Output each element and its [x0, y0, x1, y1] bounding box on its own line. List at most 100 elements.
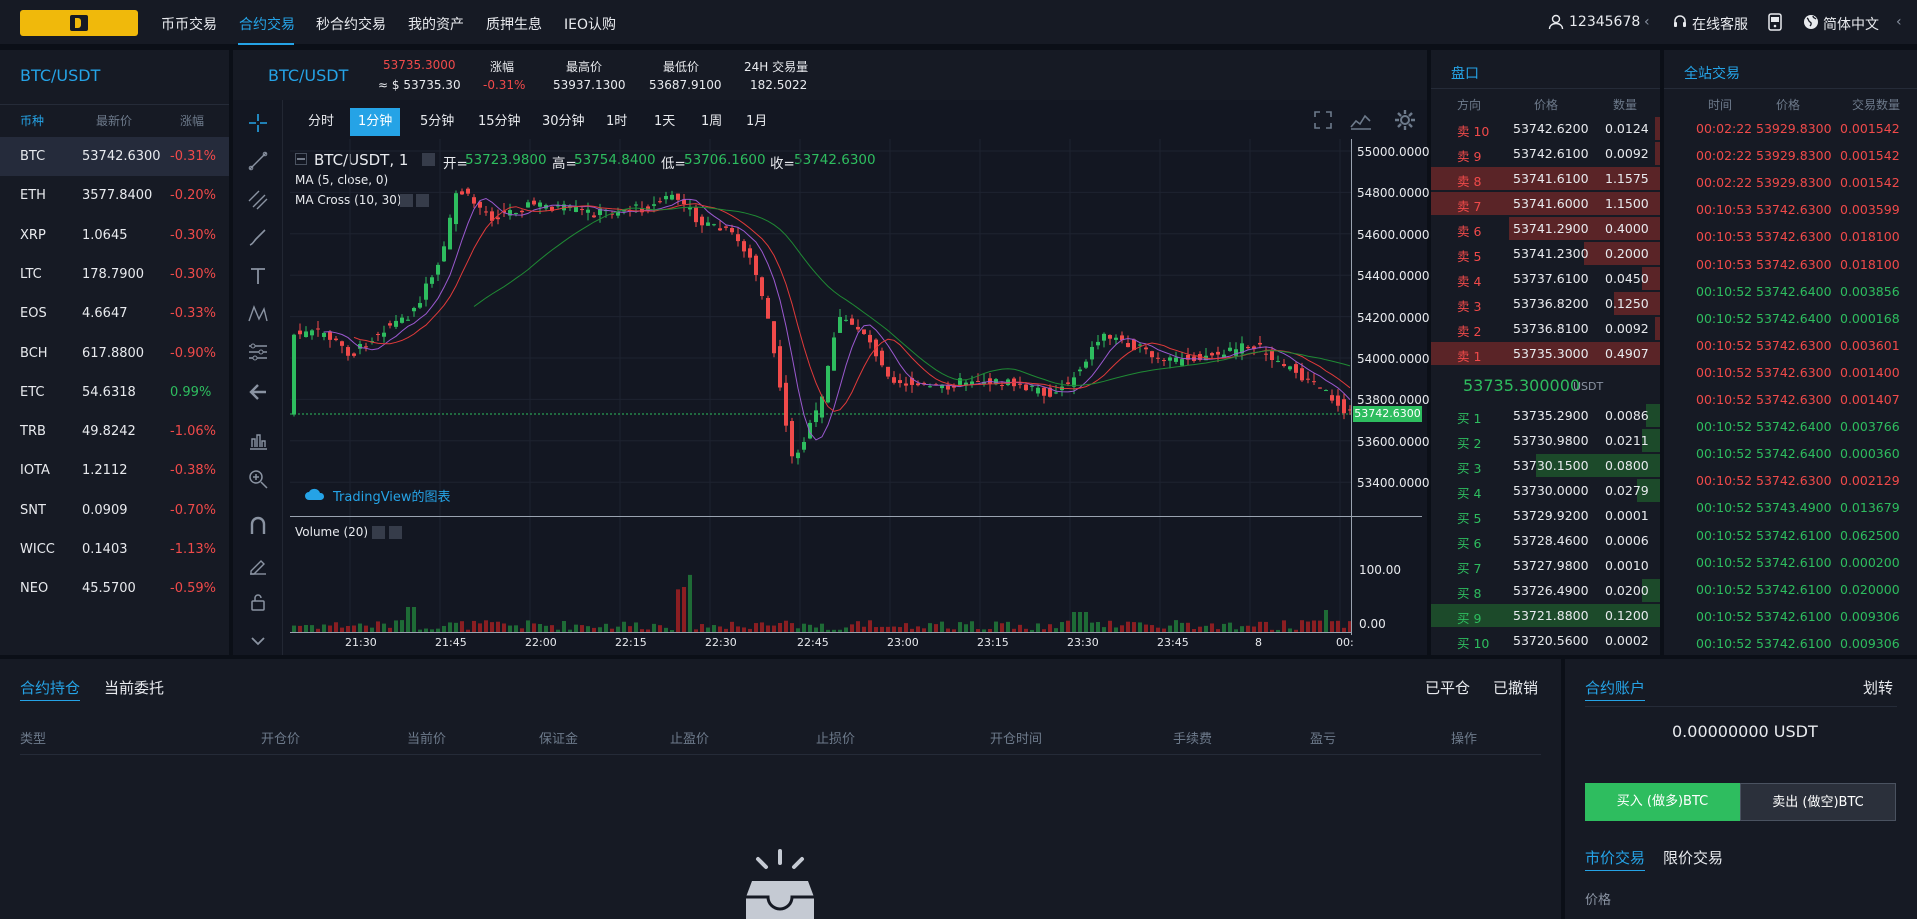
- bid-row[interactable]: 买 2 53730.9800 0.0211: [1431, 428, 1660, 453]
- ask-row[interactable]: 卖 2 53736.8100 0.0092: [1431, 316, 1660, 341]
- pattern-icon[interactable]: [247, 303, 269, 325]
- ask-row[interactable]: 卖 5 53741.2300 0.2000: [1431, 241, 1660, 266]
- timeframe-6[interactable]: 1天: [646, 108, 683, 136]
- volume-bar: [904, 623, 908, 632]
- tab-holdings[interactable]: 合约持仓: [20, 677, 81, 701]
- ask-row[interactable]: 卖 9 53742.6100 0.0092: [1431, 141, 1660, 166]
- bid-row[interactable]: 买 7 53727.9800 0.0010: [1431, 553, 1660, 578]
- bid-row[interactable]: 买 1 53735.2900 0.0086: [1431, 403, 1660, 428]
- trend-line-icon[interactable]: [247, 150, 269, 172]
- market-row[interactable]: WICC 0.1403 -1.13%: [0, 530, 229, 569]
- online-support-link[interactable]: 在线客服: [1692, 14, 1748, 34]
- sell-short-button[interactable]: 卖出 (做空)BTC: [1740, 783, 1896, 821]
- trade-row: 00:10:52 53742.6100 0.000200: [1664, 550, 1917, 575]
- timeframe-2[interactable]: 5分钟: [412, 108, 462, 136]
- market-row[interactable]: LTC 178.7900 -0.30%: [0, 255, 229, 294]
- market-row[interactable]: XRP 1.0645 -0.30%: [0, 216, 229, 255]
- timeframe-1[interactable]: 1分钟: [350, 108, 401, 136]
- unlock-icon[interactable]: [247, 591, 269, 613]
- market-row[interactable]: EOS 4.6647 -0.33%: [0, 294, 229, 333]
- fib-channel-icon[interactable]: [247, 189, 269, 211]
- timeframe-8[interactable]: 1月: [738, 108, 775, 136]
- nav-second-contract[interactable]: 秒合约交易: [316, 14, 386, 34]
- volume-bar: [652, 623, 656, 632]
- arrow-left-icon[interactable]: [247, 381, 269, 403]
- ticker-last-price: 53735.3000: [383, 58, 456, 72]
- bid-row[interactable]: 买 9 53721.8800 0.1200: [1431, 603, 1660, 628]
- ask-row[interactable]: 卖 6 53741.2900 0.4000: [1431, 216, 1660, 241]
- candlestick-chart[interactable]: [290, 139, 1422, 654]
- timeframe-5[interactable]: 1时: [598, 108, 635, 136]
- divider: [1431, 88, 1660, 89]
- app-download-icon[interactable]: [1767, 13, 1783, 31]
- ask-row[interactable]: 卖 8 53741.6100 1.1575: [1431, 166, 1660, 191]
- legend-close-icon[interactable]: [389, 526, 402, 539]
- market-row[interactable]: TRB 49.8242 -1.06%: [0, 412, 229, 451]
- market-row[interactable]: SNT 0.0909 -0.70%: [0, 491, 229, 530]
- bid-row[interactable]: 买 3 53730.1500 0.0800: [1431, 453, 1660, 478]
- cancelled-orders-link[interactable]: 已撤销: [1493, 677, 1538, 698]
- trade-qty: 0.018100: [1840, 229, 1900, 245]
- measure-icon[interactable]: [247, 430, 269, 452]
- bid-row[interactable]: 买 8 53726.4900 0.0200: [1431, 578, 1660, 603]
- nav-my-assets[interactable]: 我的资产: [408, 14, 464, 34]
- bid-row[interactable]: 买 6 53728.4600 0.0006: [1431, 528, 1660, 553]
- candle-body: [958, 378, 962, 385]
- ob-price: 53730.1500: [1513, 458, 1589, 473]
- chevron-down-icon[interactable]: [247, 630, 269, 652]
- legend-settings-icon[interactable]: [372, 526, 385, 539]
- tab-limit-order[interactable]: 限价交易: [1663, 847, 1723, 868]
- bid-row[interactable]: 买 5 53729.9200 0.0001: [1431, 503, 1660, 528]
- market-row[interactable]: BTC 53742.6300 -0.31%: [0, 137, 229, 176]
- timeframe-3[interactable]: 15分钟: [470, 108, 529, 136]
- crosshair-icon[interactable]: [247, 112, 269, 134]
- ask-row[interactable]: 卖 3 53736.8200 0.1250: [1431, 291, 1660, 316]
- zoom-in-icon[interactable]: [247, 468, 269, 490]
- brush-icon[interactable]: [247, 227, 269, 249]
- nav-ieo[interactable]: IEO认购: [564, 14, 616, 34]
- logo[interactable]: [20, 10, 138, 36]
- trade-row: 00:10:52 53742.6100 0.009306: [1664, 604, 1917, 629]
- nav-staking[interactable]: 质押生息: [486, 14, 542, 34]
- text-tool-icon[interactable]: [247, 265, 269, 287]
- nav-active-underline: [238, 43, 294, 45]
- ticker-symbol[interactable]: BTC/USDT: [268, 66, 348, 85]
- nav-contract-trading[interactable]: 合约交易: [239, 14, 295, 34]
- fullscreen-icon[interactable]: [1313, 110, 1333, 130]
- market-row[interactable]: ETC 54.6318 0.99%: [0, 373, 229, 412]
- market-row[interactable]: IOTA 1.2112 -0.38%: [0, 451, 229, 490]
- tab-market-order[interactable]: 市价交易: [1585, 847, 1646, 871]
- ob-side: 买 10: [1457, 636, 1490, 651]
- prediction-icon[interactable]: [247, 341, 269, 363]
- magnet-icon[interactable]: [247, 515, 269, 537]
- closed-positions-link[interactable]: 已平仓: [1425, 677, 1470, 698]
- timeframe-4[interactable]: 30分钟: [534, 108, 593, 136]
- timeframe-0[interactable]: 分时: [300, 108, 342, 136]
- volume-bar: [1132, 622, 1136, 632]
- market-row[interactable]: NEO 45.5700 -0.59%: [0, 569, 229, 608]
- bid-row[interactable]: 买 10 53720.5600 0.0002: [1431, 628, 1660, 653]
- settings-gear-icon[interactable]: [1394, 109, 1416, 131]
- indicators-icon[interactable]: [1350, 110, 1372, 130]
- market-row[interactable]: BCH 617.8800 -0.90%: [0, 334, 229, 373]
- nav-spot-trading[interactable]: 币币交易: [161, 14, 217, 34]
- candle-body: [1216, 351, 1220, 355]
- timeframe-7[interactable]: 1周: [693, 108, 730, 136]
- language-selector[interactable]: 简体中文: [1823, 14, 1879, 34]
- ask-row[interactable]: 卖 4 53737.6100 0.0450: [1431, 266, 1660, 291]
- bid-row[interactable]: 买 4 53730.0000 0.0279: [1431, 478, 1660, 503]
- tradingview-watermark[interactable]: TradingView的图表: [333, 486, 451, 505]
- transfer-link[interactable]: 划转: [1863, 677, 1893, 698]
- buy-long-button[interactable]: 买入 (做多)BTC: [1585, 783, 1740, 821]
- tab-current-orders[interactable]: 当前委托: [104, 677, 164, 698]
- volume-bar: [820, 623, 824, 632]
- ask-row[interactable]: 卖 1 53735.3000 0.4907: [1431, 341, 1660, 366]
- volume-bar: [406, 607, 410, 632]
- ask-row[interactable]: 卖 10 53742.6200 0.0124: [1431, 116, 1660, 141]
- ask-row[interactable]: 卖 7 53741.6000 1.1500: [1431, 191, 1660, 216]
- user-id[interactable]: 12345678: [1569, 14, 1640, 30]
- market-row[interactable]: ETH 3577.8400 -0.20%: [0, 176, 229, 215]
- price-label: 价格: [1585, 893, 1612, 908]
- ob-side: 买 7: [1457, 561, 1482, 576]
- lock-drawing-icon[interactable]: [247, 553, 269, 575]
